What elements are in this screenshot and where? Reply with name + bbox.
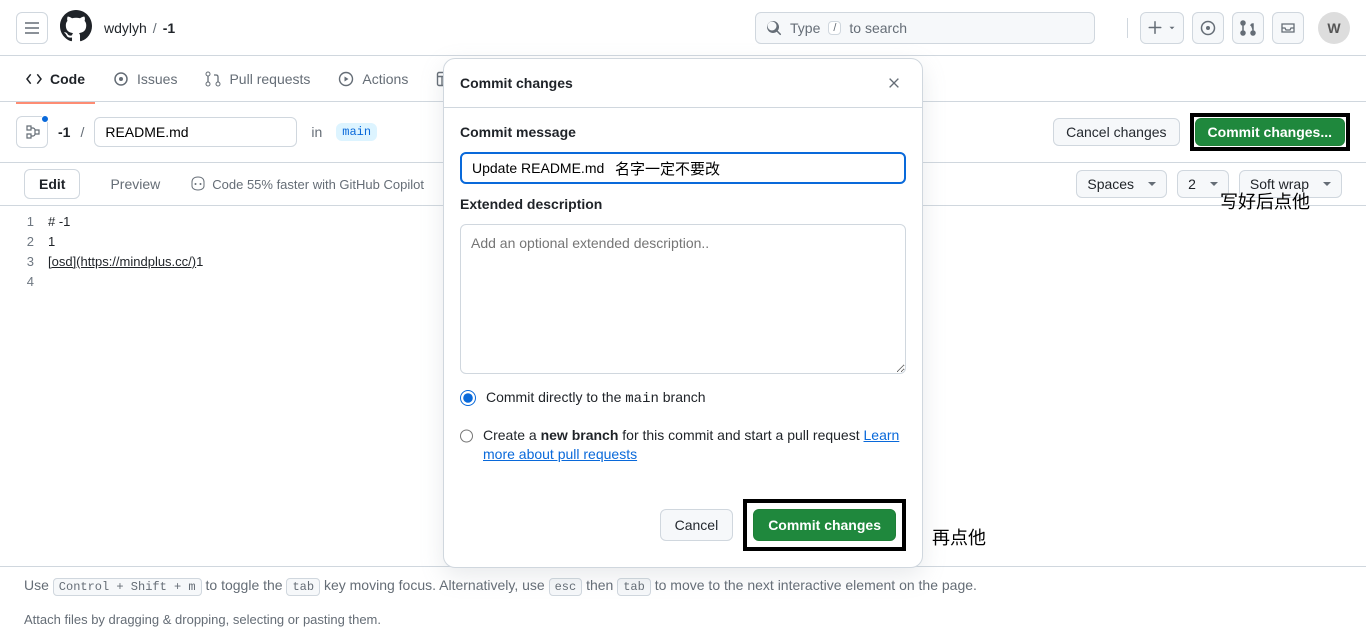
issues-button[interactable]	[1192, 12, 1224, 44]
copilot-hint[interactable]: Code 55% faster with GitHub Copilot	[190, 176, 424, 192]
top-header: wdylyh / -1 Type / to search W	[0, 0, 1366, 56]
inbox-icon	[1280, 20, 1296, 36]
tab-actions[interactable]: Actions	[328, 63, 418, 95]
github-logo[interactable]	[60, 10, 92, 45]
code-line-text: 1	[48, 232, 55, 252]
modal-body: Commit message 名字一定不要改 Extended descript…	[444, 108, 922, 483]
filename-input[interactable]	[94, 117, 297, 147]
keyboard-tip: Use Control + Shift + m to toggle the ta…	[0, 566, 1366, 604]
edit-tab[interactable]: Edit	[24, 169, 80, 199]
commit-direct-radio[interactable]	[460, 390, 476, 406]
create-branch-option[interactable]: Create a new branch for this commit and …	[460, 424, 906, 467]
branch-badge: main	[336, 123, 377, 141]
commit-modal: Commit changes Commit message 名字一定不要改 Ex…	[443, 58, 923, 568]
inbox-button[interactable]	[1272, 12, 1304, 44]
caret-down-icon	[1167, 20, 1177, 36]
owner-link[interactable]: wdylyh	[104, 20, 147, 36]
modal-cancel-button[interactable]: Cancel	[660, 509, 734, 541]
code-icon	[26, 71, 42, 87]
code-line-text: [osd](https://mindplus.cc/)1	[48, 252, 203, 272]
repo-link[interactable]: -1	[163, 20, 175, 36]
pull-icon	[205, 71, 221, 87]
modal-title: Commit changes	[460, 75, 573, 91]
file-tree-button[interactable]	[16, 116, 48, 148]
search-kbd: /	[828, 21, 841, 35]
commit-direct-option[interactable]: Commit directly to the main branch	[460, 386, 906, 412]
line-number: 1	[8, 212, 48, 232]
modal-header: Commit changes	[444, 59, 922, 108]
annotation-top: 写好后点他	[1220, 188, 1310, 214]
modal-footer: Cancel Commit changes	[444, 483, 922, 567]
header-actions: W	[1123, 12, 1350, 44]
commit-message-label: Commit message	[460, 124, 906, 140]
play-icon	[338, 71, 354, 87]
search-placeholder: Type	[790, 20, 820, 36]
branch-icon	[24, 124, 40, 140]
modal-close-button[interactable]	[882, 71, 906, 95]
preview-tab[interactable]: Preview	[96, 169, 174, 199]
create-new-button[interactable]	[1140, 12, 1184, 44]
hamburger-icon	[24, 20, 40, 36]
search-icon	[766, 20, 782, 36]
commit-changes-button[interactable]: Commit changes...	[1195, 118, 1345, 146]
line-number: 4	[8, 272, 48, 292]
in-label: in	[311, 124, 322, 140]
issue-icon	[1200, 20, 1216, 36]
repo-breadcrumb: wdylyh / -1	[104, 20, 175, 36]
line-number: 2	[8, 232, 48, 252]
attach-hint: Attach files by dragging & dropping, sel…	[0, 604, 1366, 634]
line-number: 3	[8, 252, 48, 272]
pull-icon	[1240, 20, 1256, 36]
issue-icon	[113, 71, 129, 87]
repo-name[interactable]: -1	[58, 124, 70, 140]
indent-mode-select[interactable]: Spaces	[1076, 170, 1167, 198]
close-icon	[887, 76, 901, 90]
search-suffix: to search	[849, 20, 907, 36]
code-line-text: # -1	[48, 212, 70, 232]
extended-desc-label: Extended description	[460, 196, 906, 212]
pulls-button[interactable]	[1232, 12, 1264, 44]
editor-actions: Cancel changes Commit changes...	[1053, 113, 1350, 151]
copilot-icon	[190, 176, 206, 192]
tab-pulls[interactable]: Pull requests	[195, 63, 320, 95]
annotation-bottom: 再点他	[932, 524, 986, 550]
tab-issues[interactable]: Issues	[103, 63, 187, 95]
cancel-changes-button[interactable]: Cancel changes	[1053, 118, 1179, 146]
plus-icon	[1147, 20, 1163, 36]
user-avatar[interactable]: W	[1318, 12, 1350, 44]
search-input[interactable]: Type / to search	[755, 12, 1095, 44]
hamburger-button[interactable]	[16, 12, 48, 44]
tab-code[interactable]: Code	[16, 63, 95, 95]
commit-message-input[interactable]	[460, 152, 906, 184]
extended-desc-input[interactable]	[460, 224, 906, 374]
modal-commit-button[interactable]: Commit changes	[753, 509, 896, 541]
slash: /	[153, 20, 157, 36]
create-branch-radio[interactable]	[460, 428, 473, 444]
